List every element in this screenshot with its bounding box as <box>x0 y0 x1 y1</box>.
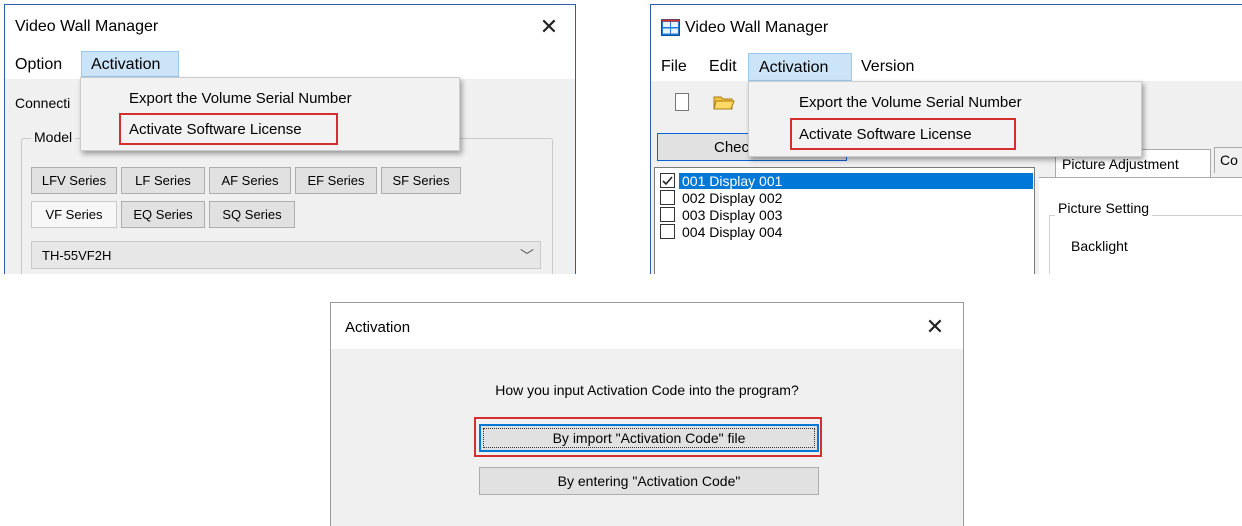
connection-label: Connecti <box>15 95 71 111</box>
list-item-display-001[interactable]: 001 Display 001 <box>655 172 1033 189</box>
checkbox[interactable] <box>660 207 675 222</box>
list-item-display-003[interactable]: 003 Display 003 <box>655 206 1033 223</box>
grid-app-icon <box>661 19 680 36</box>
series-button-eq[interactable]: EQ Series <box>121 201 205 228</box>
new-file-icon[interactable] <box>675 93 689 111</box>
list-item-label: 002 Display 002 <box>682 190 783 206</box>
menu-bar <box>651 49 1242 81</box>
close-icon[interactable]: ✕ <box>531 11 567 43</box>
series-button-vf[interactable]: VF Series <box>31 201 117 228</box>
window-title: Video Wall Manager <box>15 18 159 35</box>
close-icon[interactable]: ✕ <box>917 311 953 343</box>
dialog-title: Activation <box>345 319 411 336</box>
tab-co[interactable]: Co <box>1214 147 1242 173</box>
series-button-ef[interactable]: EF Series <box>295 167 377 194</box>
dialog-question: How you input Activation Code into the p… <box>495 382 799 398</box>
tab-label: Picture Adjustment <box>1062 156 1179 172</box>
series-button-sf[interactable]: SF Series <box>381 167 461 194</box>
menu-activation[interactable]: Activation <box>81 51 179 77</box>
list-item-label: 001 Display 001 <box>679 173 1033 189</box>
series-button-af[interactable]: AF Series <box>209 167 291 194</box>
menu-item-export-serial[interactable]: Export the Volume Serial Number <box>799 94 1022 111</box>
menu-option[interactable]: Option <box>15 56 62 74</box>
enter-activation-code-button[interactable]: By entering "Activation Code" <box>479 467 819 495</box>
button-label: By entering "Activation Code" <box>557 473 741 489</box>
series-button-lf[interactable]: LF Series <box>121 167 205 194</box>
series-button-sq[interactable]: SQ Series <box>209 201 295 228</box>
menu-item-export-serial[interactable]: Export the Volume Serial Number <box>129 90 352 107</box>
model-select-value: TH-55VF2H <box>42 248 112 263</box>
picture-setting-label: Picture Setting <box>1055 200 1153 216</box>
highlight-box-activate-license-b <box>790 118 1016 150</box>
list-item-display-004[interactable]: 004 Display 004 <box>655 223 1033 240</box>
model-select[interactable]: TH-55VF2H ﹀ <box>31 241 541 269</box>
display-listbox[interactable]: 001 Display 001 002 Display 002 003 Disp… <box>654 167 1035 274</box>
list-item-label: 004 Display 004 <box>682 224 783 240</box>
highlight-box-import-button <box>474 417 822 457</box>
check-icon <box>662 176 673 186</box>
menu-file[interactable]: File <box>661 58 687 76</box>
menu-version[interactable]: Version <box>861 58 914 76</box>
backlight-label: Backlight <box>1071 238 1128 254</box>
window-title: Video Wall Manager <box>685 19 829 36</box>
menu-activation-label: Activation <box>759 59 829 76</box>
checkbox[interactable] <box>660 190 675 205</box>
open-folder-icon[interactable] <box>713 93 735 111</box>
menu-activation[interactable]: Activation <box>748 53 852 81</box>
activation-dialog: Activation ✕ How you input Activation Co… <box>330 302 964 526</box>
title-bar <box>331 303 963 349</box>
checkbox[interactable] <box>660 173 675 188</box>
chevron-down-icon: ﹀ <box>520 248 534 264</box>
model-group-label: Model <box>31 129 76 145</box>
checkbox[interactable] <box>660 224 675 239</box>
highlight-box-activate-license-a <box>119 113 338 145</box>
menu-activation-label: Activation <box>91 56 161 73</box>
check-button-label: Chec <box>714 139 750 156</box>
list-item-label: 003 Display 003 <box>682 207 783 223</box>
menu-edit[interactable]: Edit <box>709 58 737 76</box>
tab-label: Co <box>1220 152 1238 168</box>
list-item-display-002[interactable]: 002 Display 002 <box>655 189 1033 206</box>
series-button-lfv[interactable]: LFV Series <box>31 167 117 194</box>
